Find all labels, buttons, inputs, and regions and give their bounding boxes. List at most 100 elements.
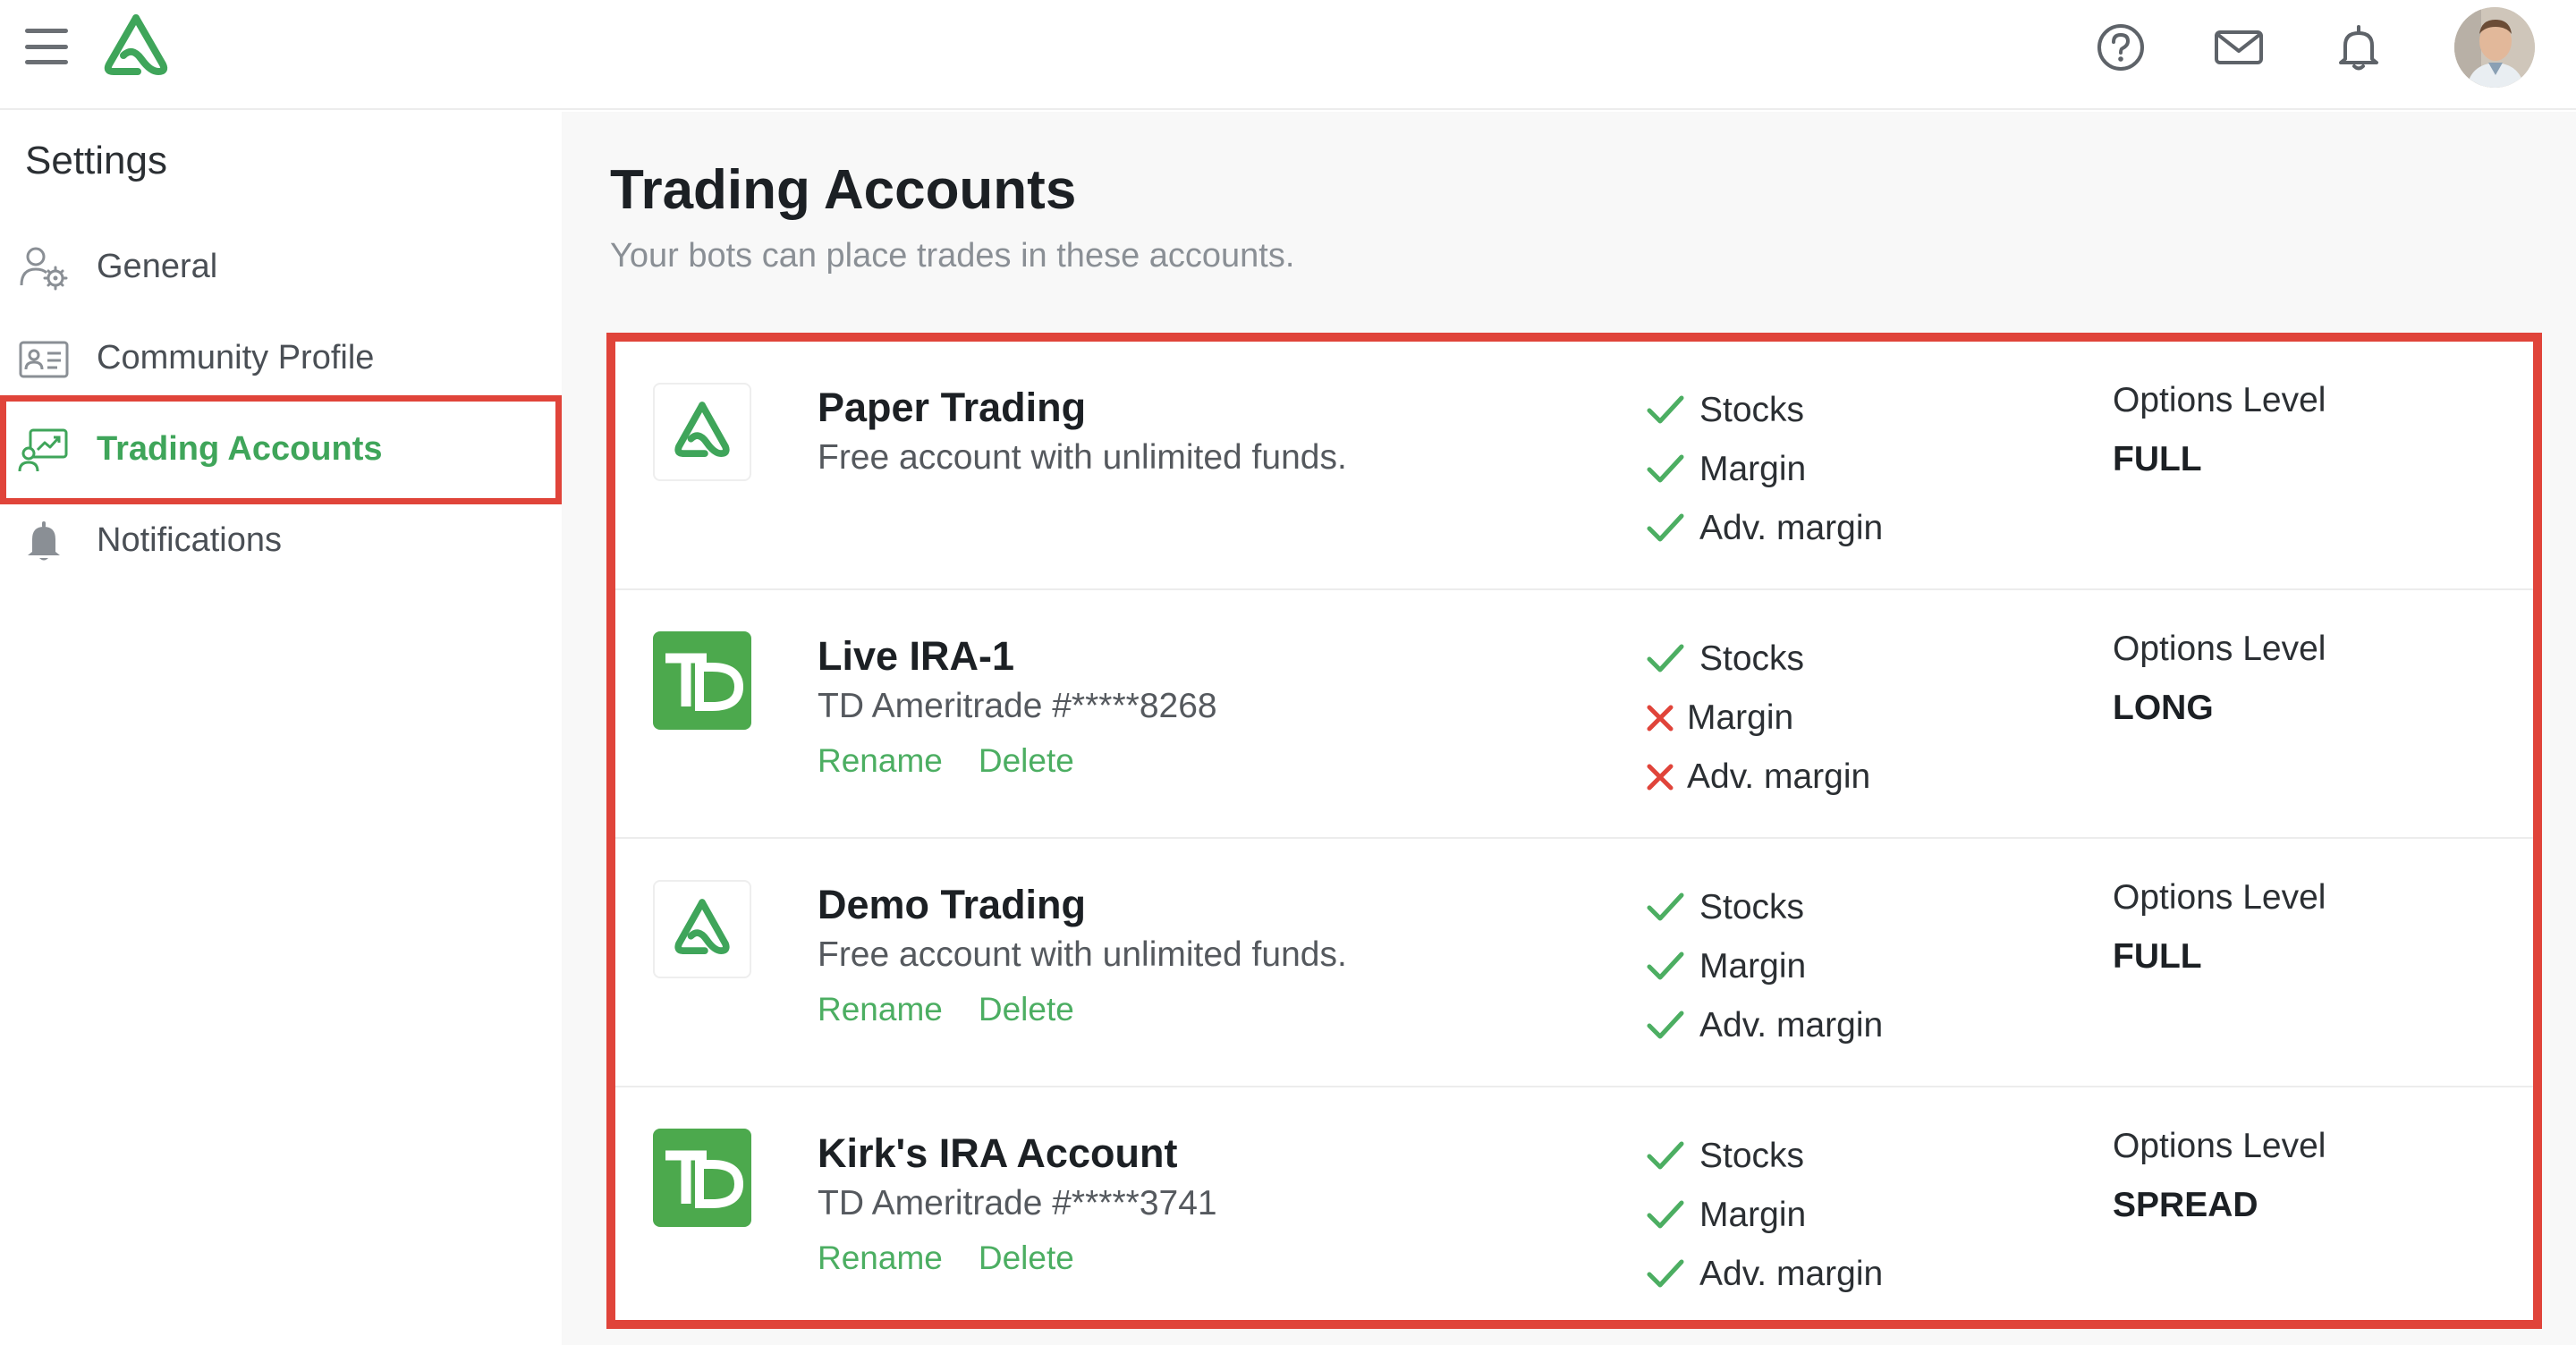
x-icon [1644, 700, 1678, 736]
check-icon [1644, 393, 1690, 428]
settings-sidebar: Settings General Community Profile Tradi… [0, 112, 562, 1345]
account-features: Stocks Margin Adv. margin [1644, 1127, 2038, 1304]
account-row-kirks-ira: Kirk's IRA Account TD Ameritrade #*****3… [615, 1087, 2533, 1336]
account-features: Stocks Margin Adv. margin [1644, 630, 2038, 807]
page-title: Trading Accounts [610, 159, 1077, 221]
account-row-live-ira-1: Live IRA-1 TD Ameritrade #*****8268 Rena… [615, 590, 2533, 839]
options-level-title: Options Level [2113, 1127, 2326, 1165]
feature-stocks: Stocks [1644, 630, 2038, 689]
rename-link[interactable]: Rename [818, 1239, 943, 1277]
id-card-icon [18, 335, 70, 382]
feature-label: Adv. margin [1687, 757, 1871, 796]
account-row-paper-trading: Paper Trading Free account with unlimite… [615, 342, 2533, 590]
options-level: Options Level FULL [2113, 381, 2326, 479]
feature-label: Margin [1699, 947, 1807, 985]
check-icon [1644, 1138, 1690, 1174]
account-actions: Rename Delete [818, 742, 1074, 780]
top-bar [0, 0, 2576, 110]
main-content: Trading Accounts Your bots can place tra… [562, 112, 2576, 1345]
sidebar-item-community-profile[interactable]: Community Profile [0, 312, 562, 403]
feature-stocks: Stocks [1644, 878, 2038, 937]
sidebar-item-general[interactable]: General [0, 221, 562, 312]
x-icon [1644, 759, 1678, 795]
options-level: Options Level LONG [2113, 630, 2326, 728]
mail-icon[interactable] [2213, 21, 2265, 73]
feature-adv-margin: Adv. margin [1644, 996, 2038, 1055]
check-icon [1644, 949, 1690, 985]
sidebar-item-notifications[interactable]: Notifications [0, 495, 562, 586]
user-avatar[interactable] [2454, 7, 2535, 88]
feature-label: Adv. margin [1699, 1006, 1884, 1045]
hamburger-icon[interactable] [25, 29, 68, 64]
sidebar-title: Settings [25, 139, 167, 182]
sidebar-item-label: Notifications [97, 520, 282, 559]
account-row-demo-trading: Demo Trading Free account with unlimited… [615, 839, 2533, 1087]
account-features: Stocks Margin Adv. margin [1644, 878, 2038, 1055]
feature-adv-margin: Adv. margin [1644, 499, 2038, 558]
page-subtitle: Your bots can place trades in these acco… [610, 237, 1295, 275]
check-icon [1644, 1256, 1690, 1292]
brand-logo-icon [653, 880, 751, 978]
check-icon [1644, 1197, 1690, 1233]
feature-stocks: Stocks [1644, 1127, 2038, 1186]
account-name: Paper Trading [818, 385, 1087, 430]
feature-label: Stocks [1699, 888, 1805, 926]
td-logo-icon [653, 631, 751, 730]
options-level: Options Level SPREAD [2113, 1127, 2326, 1225]
td-logo-icon [653, 1129, 751, 1227]
account-actions: Rename Delete [818, 991, 1074, 1028]
feature-label: Adv. margin [1699, 509, 1884, 547]
user-gear-icon [18, 244, 70, 291]
check-icon [1644, 511, 1690, 546]
feature-label: Margin [1699, 450, 1807, 488]
delete-link[interactable]: Delete [979, 742, 1074, 780]
account-description: TD Ameritrade #*****8268 [818, 687, 1217, 725]
options-level-title: Options Level [2113, 878, 2326, 917]
feature-label: Stocks [1699, 639, 1805, 678]
feature-margin: Margin [1644, 440, 2038, 499]
account-name: Kirk's IRA Account [818, 1130, 1178, 1176]
trading-chart-icon [18, 427, 70, 473]
options-level-value: LONG [2113, 689, 2214, 727]
sidebar-item-trading-accounts[interactable]: Trading Accounts [0, 403, 562, 495]
options-level: Options Level FULL [2113, 878, 2326, 977]
account-features: Stocks Margin Adv. margin [1644, 381, 2038, 558]
bell-icon[interactable] [2333, 21, 2385, 73]
help-circle-icon[interactable] [2095, 21, 2147, 73]
feature-adv-margin: Adv. margin [1644, 748, 2038, 807]
feature-margin: Margin [1644, 689, 2038, 748]
options-level-value: SPREAD [2113, 1186, 2258, 1224]
delete-link[interactable]: Delete [979, 991, 1074, 1028]
options-level-title: Options Level [2113, 381, 2326, 419]
feature-label: Stocks [1699, 391, 1805, 429]
sidebar-item-label: General [97, 247, 218, 285]
options-level-value: FULL [2113, 440, 2202, 478]
brand-logo-icon[interactable] [102, 13, 170, 77]
sidebar-item-label: Trading Accounts [97, 429, 383, 468]
sidebar-item-label: Community Profile [97, 338, 375, 376]
check-icon [1644, 641, 1690, 677]
rename-link[interactable]: Rename [818, 742, 943, 780]
check-icon [1644, 452, 1690, 487]
feature-label: Margin [1687, 698, 1794, 737]
account-description: TD Ameritrade #*****3741 [818, 1184, 1217, 1222]
options-level-value: FULL [2113, 937, 2202, 976]
brand-logo-icon [653, 383, 751, 481]
check-icon [1644, 1008, 1690, 1044]
delete-link[interactable]: Delete [979, 1239, 1074, 1277]
account-description: Free account with unlimited funds. [818, 438, 1347, 477]
options-level-title: Options Level [2113, 630, 2326, 668]
feature-label: Stocks [1699, 1137, 1805, 1175]
feature-label: Margin [1699, 1196, 1807, 1234]
feature-adv-margin: Adv. margin [1644, 1245, 2038, 1304]
feature-margin: Margin [1644, 937, 2038, 996]
bell-icon [18, 518, 70, 564]
account-actions: Rename Delete [818, 1239, 1074, 1277]
feature-label: Adv. margin [1699, 1255, 1884, 1293]
feature-margin: Margin [1644, 1186, 2038, 1245]
account-description: Free account with unlimited funds. [818, 935, 1347, 974]
account-name: Demo Trading [818, 882, 1087, 927]
rename-link[interactable]: Rename [818, 991, 943, 1028]
account-name: Live IRA-1 [818, 633, 1015, 679]
feature-stocks: Stocks [1644, 381, 2038, 440]
